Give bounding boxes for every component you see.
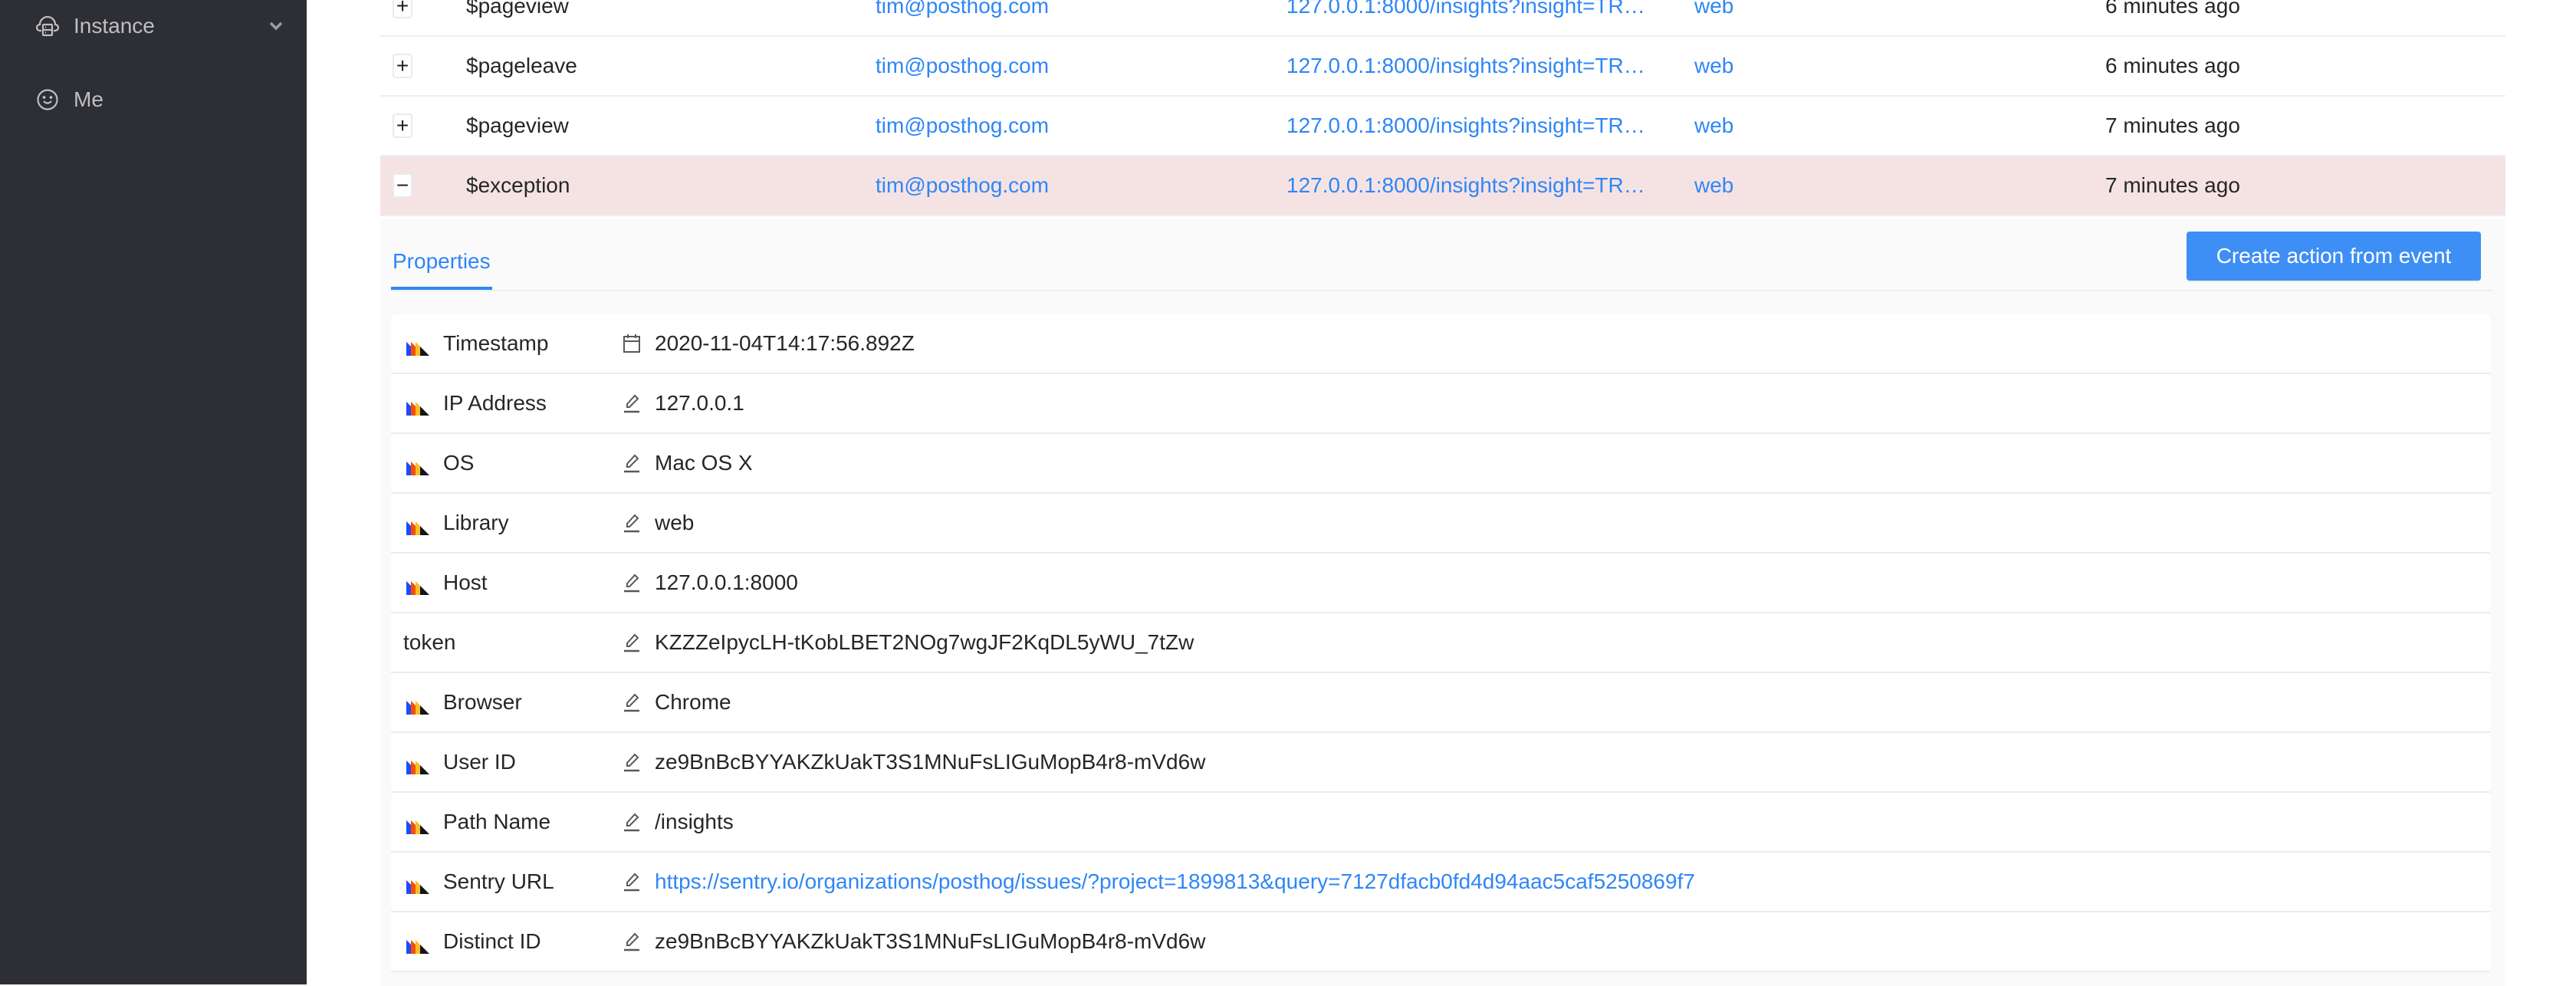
property-row: Library web <box>391 494 2490 554</box>
collapse-row-button[interactable]: − <box>393 173 412 198</box>
property-row: User ID ze9BnBcBYYAKZkUakT3S1MNuFsLIGuMop… <box>391 733 2490 793</box>
property-row: Sentry URL https://sentry.io/organization… <box>391 853 2490 912</box>
sidebar: Instance Me <box>0 0 307 984</box>
property-key: Path Name <box>443 810 551 833</box>
edit-icon[interactable] <box>623 932 641 951</box>
posthog-logo-icon <box>406 516 431 535</box>
property-row: Host 127.0.0.1:8000 <box>391 554 2490 613</box>
event-name: $pageview <box>466 0 569 18</box>
property-key: IP Address <box>443 391 547 415</box>
events-table: + $pageview tim@posthog.com 127.0.0.1:80… <box>380 0 2505 216</box>
event-time: 6 minutes ago <box>2105 0 2240 18</box>
edit-icon[interactable] <box>623 453 641 473</box>
event-name: $exception <box>466 173 570 197</box>
property-row: Distinct ID ze9BnBcBYYAKZkUakT3S1MNuFsLIG… <box>391 912 2490 972</box>
event-time: 6 minutes ago <box>2105 54 2240 77</box>
property-row: IP Address 127.0.0.1 <box>391 374 2490 434</box>
property-value: KZZZeIpycLH-tKobLBET2NOg7wgJF2KqDL5yWU_7… <box>655 630 1194 654</box>
property-value: web <box>655 511 695 534</box>
event-details-panel: Properties Create action from event Time… <box>380 219 2505 986</box>
properties-table: Timestamp 2020-11-04T14:17:56.892Z IP Add… <box>391 314 2490 972</box>
property-key: Library <box>443 511 509 534</box>
edit-icon[interactable] <box>623 633 641 652</box>
posthog-logo-icon <box>406 695 431 715</box>
posthog-logo-icon <box>406 875 431 894</box>
details-tabbar: Properties Create action from event <box>391 219 2493 291</box>
property-row: Browser Chrome <box>391 673 2490 733</box>
event-time: 7 minutes ago <box>2105 173 2240 197</box>
library-link[interactable]: web <box>1694 54 1733 78</box>
event-name: $pageview <box>466 113 569 137</box>
expand-row-button[interactable]: + <box>393 113 412 138</box>
person-link[interactable]: tim@posthog.com <box>876 0 1049 18</box>
posthog-logo-icon <box>406 337 431 356</box>
edit-icon[interactable] <box>623 692 641 712</box>
posthog-logo-icon <box>406 755 431 774</box>
table-row[interactable]: + $pageleave tim@posthog.com 127.0.0.1:8… <box>380 37 2505 97</box>
property-key: Browser <box>443 690 522 714</box>
property-row: Timestamp 2020-11-04T14:17:56.892Z <box>391 314 2490 374</box>
property-value: 127.0.0.1:8000 <box>655 570 798 594</box>
property-row: Path Name/insights <box>391 793 2490 853</box>
posthog-logo-icon <box>406 815 431 834</box>
smile-icon <box>35 87 60 112</box>
person-link[interactable]: tim@posthog.com <box>876 113 1049 138</box>
posthog-logo-icon <box>406 456 431 475</box>
cloud-server-icon <box>35 14 60 38</box>
url-link[interactable]: 127.0.0.1:8000/insights?insight=TR… <box>1286 0 1670 18</box>
property-value-link[interactable]: https://sentry.io/organizations/posthog/… <box>655 869 1695 894</box>
person-link[interactable]: tim@posthog.com <box>876 54 1049 78</box>
posthog-logo-icon <box>406 935 431 954</box>
url-link[interactable]: 127.0.0.1:8000/insights?insight=TR… <box>1286 54 1670 78</box>
property-value: /insights <box>655 810 734 833</box>
property-key: User ID <box>443 750 516 774</box>
edit-icon[interactable] <box>623 393 641 413</box>
expand-row-button[interactable]: + <box>393 0 412 18</box>
event-name: $pageleave <box>466 54 577 77</box>
property-value: Mac OS X <box>655 451 753 475</box>
table-row[interactable]: + $pageview tim@posthog.com 127.0.0.1:80… <box>380 97 2505 156</box>
library-link[interactable]: web <box>1694 173 1733 198</box>
posthog-logo-icon <box>406 396 431 416</box>
property-key: OS <box>443 451 475 475</box>
sidebar-item-label: Me <box>74 87 104 111</box>
property-key: Sentry URL <box>443 869 554 893</box>
library-link[interactable]: web <box>1694 0 1733 18</box>
sidebar-item-me[interactable]: Me <box>35 77 288 123</box>
edit-icon[interactable] <box>623 573 641 593</box>
expand-row-button[interactable]: + <box>393 54 412 78</box>
property-value: 2020-11-04T14:17:56.892Z <box>655 331 915 355</box>
edit-icon[interactable] <box>623 872 641 892</box>
tab-properties[interactable]: Properties <box>391 238 492 290</box>
person-link[interactable]: tim@posthog.com <box>876 173 1049 198</box>
url-link[interactable]: 127.0.0.1:8000/insights?insight=TR… <box>1286 113 1670 138</box>
event-time: 7 minutes ago <box>2105 113 2240 137</box>
property-value: 127.0.0.1 <box>655 391 744 415</box>
calendar-icon <box>623 334 641 353</box>
table-row-expanded[interactable]: − $exception tim@posthog.com 127.0.0.1:8… <box>380 156 2505 216</box>
property-key: Host <box>443 570 488 594</box>
property-value: Chrome <box>655 690 731 714</box>
sidebar-item-instance[interactable]: Instance <box>35 3 288 49</box>
sidebar-item-label: Instance <box>74 14 155 38</box>
edit-icon[interactable] <box>623 513 641 533</box>
property-key: Timestamp <box>443 331 549 355</box>
posthog-logo-icon <box>406 576 431 595</box>
property-value: ze9BnBcBYYAKZkUakT3S1MNuFsLIGuMopB4r8-mV… <box>655 750 1206 774</box>
property-key: Distinct ID <box>443 929 541 953</box>
edit-icon[interactable] <box>623 752 641 772</box>
main-content: + $pageview tim@posthog.com 127.0.0.1:80… <box>307 0 2576 986</box>
property-key: token <box>403 630 456 654</box>
property-row: OS Mac OS X <box>391 434 2490 494</box>
edit-icon[interactable] <box>623 812 641 832</box>
chevron-down-icon[interactable] <box>264 14 288 38</box>
url-link[interactable]: 127.0.0.1:8000/insights?insight=TR… <box>1286 173 1670 198</box>
library-link[interactable]: web <box>1694 113 1733 138</box>
create-action-button[interactable]: Create action from event <box>2187 232 2481 281</box>
table-row[interactable]: + $pageview tim@posthog.com 127.0.0.1:80… <box>380 0 2505 37</box>
property-value: ze9BnBcBYYAKZkUakT3S1MNuFsLIGuMopB4r8-mV… <box>655 929 1206 953</box>
property-row: token KZZZeIpycLH-tKobLBET2NOg7wgJF2KqDL5… <box>391 613 2490 673</box>
